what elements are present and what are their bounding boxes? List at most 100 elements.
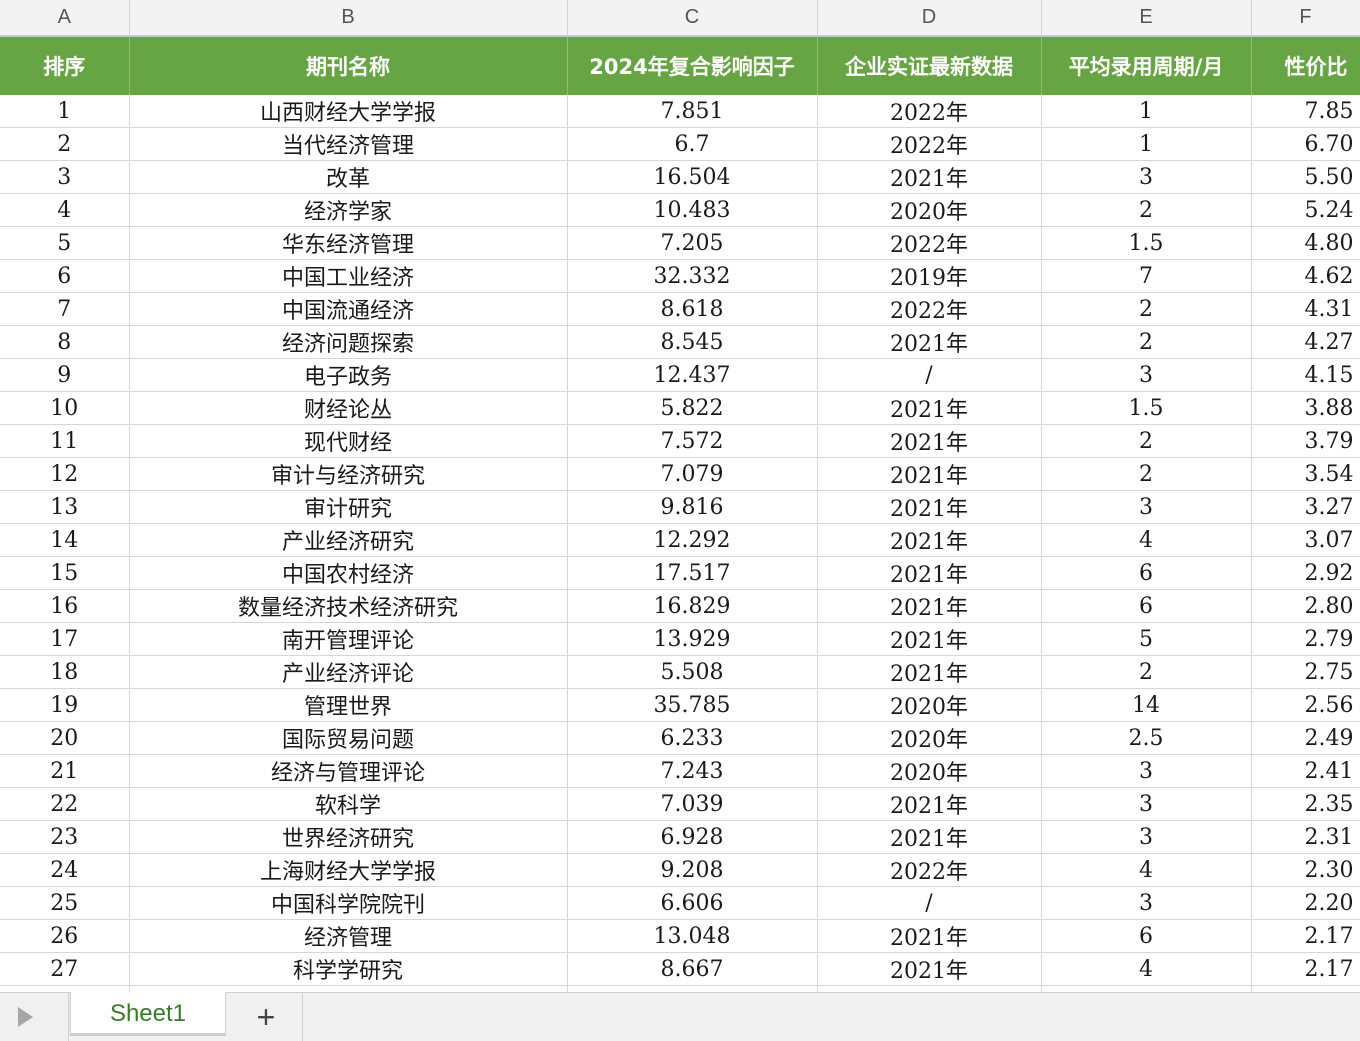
- table-cell[interactable]: 管理世界: [129, 688, 568, 722]
- table-cell[interactable]: 2021年: [817, 589, 1042, 623]
- column-header-b[interactable]: B: [129, 0, 568, 37]
- table-cell[interactable]: 2.79: [1251, 622, 1360, 656]
- table-cell[interactable]: 现代财经: [129, 424, 568, 458]
- table-cell[interactable]: 7.85: [1251, 95, 1360, 128]
- play-triangle-icon[interactable]: [18, 1007, 33, 1027]
- table-cell[interactable]: 32.332: [567, 259, 818, 293]
- table-cell[interactable]: 2020年: [817, 721, 1042, 755]
- column-header-a[interactable]: A: [0, 0, 130, 37]
- table-cell[interactable]: 2.17: [1251, 919, 1360, 953]
- table-cell[interactable]: 35.785: [567, 688, 818, 722]
- table-cell[interactable]: 6: [1041, 556, 1252, 590]
- table-cell[interactable]: 5.508: [567, 655, 818, 689]
- plus-icon[interactable]: +: [246, 997, 286, 1037]
- table-cell[interactable]: 中国农村经济: [129, 556, 568, 590]
- table-cell[interactable]: 3.07: [1251, 523, 1360, 557]
- table-cell[interactable]: 经济管理: [129, 919, 568, 953]
- table-cell[interactable]: 6: [0, 259, 130, 293]
- table-cell[interactable]: 3.27: [1251, 490, 1360, 524]
- table-cell[interactable]: 15: [0, 556, 130, 590]
- table-cell[interactable]: 4.62: [1251, 259, 1360, 293]
- table-cell[interactable]: 2: [1041, 292, 1252, 326]
- table-cell[interactable]: 27: [0, 952, 130, 986]
- table-cell[interactable]: 16.829: [567, 589, 818, 623]
- table-cell[interactable]: 3.88: [1251, 391, 1360, 425]
- table-cell[interactable]: 25: [0, 886, 130, 920]
- table-cell[interactable]: 20: [0, 721, 130, 755]
- table-cell[interactable]: 2: [1041, 424, 1252, 458]
- table-cell[interactable]: 12.292: [567, 523, 818, 557]
- table-cell[interactable]: 中国流通经济: [129, 292, 568, 326]
- table-cell[interactable]: 14: [1041, 688, 1252, 722]
- table-cell[interactable]: 6.7: [567, 127, 818, 161]
- table-cell[interactable]: 2021年: [817, 787, 1042, 821]
- table-cell[interactable]: 7.039: [567, 787, 818, 821]
- table-cell[interactable]: 2.92: [1251, 556, 1360, 590]
- table-cell[interactable]: 13.929: [567, 622, 818, 656]
- table-cell[interactable]: 2021年: [817, 556, 1042, 590]
- table-cell[interactable]: 数量经济技术经济研究: [129, 589, 568, 623]
- table-cell[interactable]: 7.079: [567, 457, 818, 491]
- table-cell[interactable]: 13.048: [567, 919, 818, 953]
- table-cell[interactable]: 2.41: [1251, 754, 1360, 788]
- table-cell[interactable]: 10: [0, 391, 130, 425]
- table-cell[interactable]: 电子政务: [129, 358, 568, 392]
- table-cell[interactable]: 2.75: [1251, 655, 1360, 689]
- header-journal-name[interactable]: 期刊名称: [129, 36, 568, 95]
- table-cell[interactable]: 产业经济评论: [129, 655, 568, 689]
- table-cell[interactable]: 5.24: [1251, 193, 1360, 227]
- table-cell[interactable]: 8.545: [567, 325, 818, 359]
- table-cell[interactable]: 8: [0, 325, 130, 359]
- table-cell[interactable]: /: [817, 358, 1042, 392]
- table-cell[interactable]: 2021年: [817, 160, 1042, 194]
- table-cell[interactable]: 24: [0, 853, 130, 887]
- table-cell[interactable]: 4: [1041, 523, 1252, 557]
- table-cell[interactable]: 6.606: [567, 886, 818, 920]
- table-cell[interactable]: 2021年: [817, 655, 1042, 689]
- table-cell[interactable]: 中国工业经济: [129, 259, 568, 293]
- table-cell[interactable]: 23: [0, 820, 130, 854]
- table-cell[interactable]: 6.928: [567, 820, 818, 854]
- column-header-d[interactable]: D: [817, 0, 1042, 37]
- table-cell[interactable]: 2021年: [817, 490, 1042, 524]
- table-cell[interactable]: 2022年: [817, 226, 1042, 260]
- table-cell[interactable]: 2020年: [817, 193, 1042, 227]
- table-cell[interactable]: 1: [1041, 95, 1252, 128]
- table-cell[interactable]: 1.5: [1041, 391, 1252, 425]
- table-cell[interactable]: 5: [0, 226, 130, 260]
- table-cell[interactable]: 2.20: [1251, 886, 1360, 920]
- table-cell[interactable]: 2.5: [1041, 721, 1252, 755]
- table-cell[interactable]: 3: [0, 160, 130, 194]
- table-cell[interactable]: 2021年: [817, 622, 1042, 656]
- table-cell[interactable]: 科学学研究: [129, 952, 568, 986]
- table-cell[interactable]: 3.54: [1251, 457, 1360, 491]
- table-cell[interactable]: 2022年: [817, 853, 1042, 887]
- table-cell[interactable]: 9.208: [567, 853, 818, 887]
- table-cell[interactable]: 1.5: [1041, 226, 1252, 260]
- table-cell[interactable]: 21: [0, 754, 130, 788]
- table-cell[interactable]: 2.49: [1251, 721, 1360, 755]
- table-cell[interactable]: 2022年: [817, 127, 1042, 161]
- table-cell[interactable]: 2.17: [1251, 952, 1360, 986]
- table-cell[interactable]: 2: [1041, 457, 1252, 491]
- table-cell[interactable]: 22: [0, 787, 130, 821]
- table-cell[interactable]: 山西财经大学学报: [129, 95, 568, 128]
- table-cell[interactable]: 4.15: [1251, 358, 1360, 392]
- table-cell[interactable]: 19: [0, 688, 130, 722]
- table-cell[interactable]: 2022年: [817, 292, 1042, 326]
- table-cell[interactable]: 2021年: [817, 424, 1042, 458]
- header-value-ratio[interactable]: 性价比: [1251, 36, 1360, 95]
- table-cell[interactable]: 6.70: [1251, 127, 1360, 161]
- table-cell[interactable]: 2: [1041, 193, 1252, 227]
- table-cell[interactable]: 国际贸易问题: [129, 721, 568, 755]
- table-cell[interactable]: 审计与经济研究: [129, 457, 568, 491]
- table-cell[interactable]: 4.31: [1251, 292, 1360, 326]
- table-cell[interactable]: 3: [1041, 160, 1252, 194]
- table-cell[interactable]: 1: [0, 95, 130, 128]
- table-cell[interactable]: 3.79: [1251, 424, 1360, 458]
- column-header-f[interactable]: F: [1251, 0, 1360, 37]
- table-cell[interactable]: 7.572: [567, 424, 818, 458]
- table-cell[interactable]: 9: [0, 358, 130, 392]
- table-cell[interactable]: 世界经济研究: [129, 820, 568, 854]
- table-cell[interactable]: 3: [1041, 490, 1252, 524]
